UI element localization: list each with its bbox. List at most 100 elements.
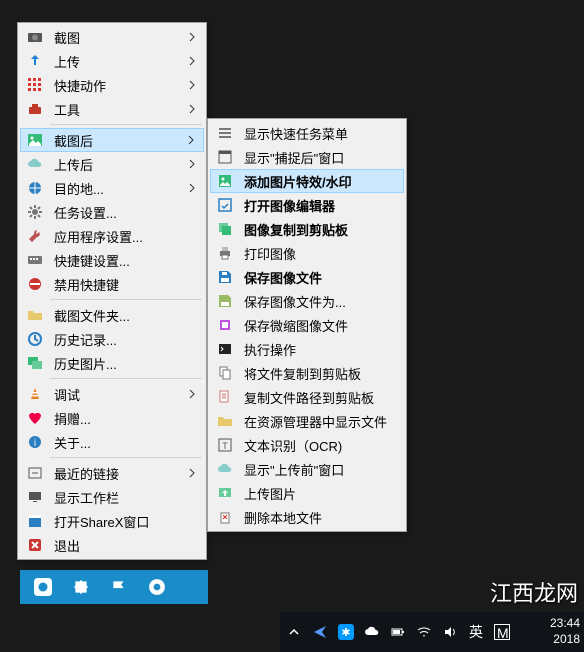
submenu-label: 保存图像文件 xyxy=(236,268,404,287)
menu-item-history[interactable]: 历史记录... xyxy=(20,327,204,351)
menu-label: 上传后 xyxy=(46,155,186,174)
upload-image-icon xyxy=(214,483,236,503)
submenu-item-open-editor[interactable]: 打开图像编辑器 xyxy=(210,193,404,217)
puzzle-tray-icon[interactable] xyxy=(72,578,90,596)
thumbnail-icon xyxy=(214,315,236,335)
upload-icon xyxy=(24,51,46,71)
chevron-right-icon xyxy=(185,134,197,146)
effects-icon xyxy=(214,171,236,191)
menu-label: 应用程序设置... xyxy=(46,227,204,246)
menu-item-recent-links[interactable]: 最近的链接 xyxy=(20,461,204,485)
menu-item-tools[interactable]: 工具 xyxy=(20,97,204,121)
submenu-label: 执行操作 xyxy=(236,340,404,359)
submenu-item-ocr[interactable]: T 文本识别（OCR) xyxy=(210,433,404,457)
tray-strip xyxy=(20,570,208,604)
menu-item-upload[interactable]: 上传 xyxy=(20,49,204,73)
menu-separator xyxy=(50,124,202,125)
menu-item-task-settings[interactable]: 任务设置... xyxy=(20,200,204,224)
monitor-icon xyxy=(24,487,46,507)
gear-icon xyxy=(24,202,46,222)
submenu-item-before-upload-window[interactable]: 显示"上传前"窗口 xyxy=(210,457,404,481)
menu-item-app-settings[interactable]: 应用程序设置... xyxy=(20,224,204,248)
send-icon[interactable] xyxy=(312,624,328,640)
menu-item-screenshots-folder[interactable]: 截图文件夹... xyxy=(20,303,204,327)
menu-item-after-upload[interactable]: 上传后 xyxy=(20,152,204,176)
submenu-item-print[interactable]: 打印图像 xyxy=(210,241,404,265)
menu-item-capture[interactable]: 截图 xyxy=(20,25,204,49)
menu-label: 快捷键设置... xyxy=(46,251,204,270)
editor-icon xyxy=(214,195,236,215)
submenu-item-delete-local[interactable]: 删除本地文件 xyxy=(210,505,404,529)
keyboard-icon xyxy=(24,250,46,270)
wifi-icon[interactable] xyxy=(416,624,432,640)
ime-indicator[interactable]: 英 xyxy=(468,624,484,640)
submenu-label: 将文件复制到剪贴板 xyxy=(236,364,404,383)
menu-separator xyxy=(50,299,202,300)
menu-item-exit[interactable]: 退出 xyxy=(20,533,204,557)
submenu-item-show-quick-tasks[interactable]: 显示快速任务菜单 xyxy=(210,121,404,145)
ime-mode-indicator[interactable]: M xyxy=(494,624,510,640)
menu-item-hotkey-settings[interactable]: 快捷键设置... xyxy=(20,248,204,272)
menu-label: 打开ShareX窗口 xyxy=(46,512,204,531)
link-icon xyxy=(24,463,46,483)
volume-icon[interactable] xyxy=(442,624,458,640)
menu-label: 关于... xyxy=(46,433,204,452)
chevron-up-icon[interactable] xyxy=(286,624,302,640)
menu-label: 历史图片... xyxy=(46,354,204,373)
submenu-label: 保存图像文件为... xyxy=(236,292,404,311)
sharex-tray-icon[interactable] xyxy=(34,578,52,596)
submenu-item-run-actions[interactable]: 执行操作 xyxy=(210,337,404,361)
chrome-tray-icon[interactable] xyxy=(148,578,166,596)
battery-icon[interactable] xyxy=(390,624,406,640)
submenu-item-add-effects-watermark[interactable]: 添加图片特效/水印 xyxy=(210,169,404,193)
taskbar-tray: ✱ 英 M xyxy=(286,624,510,640)
submenu-item-copy-file[interactable]: 将文件复制到剪贴板 xyxy=(210,361,404,385)
flag-tray-icon[interactable] xyxy=(110,578,128,596)
menu-item-image-history[interactable]: 历史图片... xyxy=(20,351,204,375)
submenu-label: 打开图像编辑器 xyxy=(236,196,404,215)
onedrive-icon[interactable] xyxy=(364,624,380,640)
menu-item-show-toolbar[interactable]: 显示工作栏 xyxy=(20,485,204,509)
menu-item-disable-hotkeys[interactable]: 禁用快捷键 xyxy=(20,272,204,296)
info-icon: i xyxy=(24,432,46,452)
delete-icon xyxy=(214,507,236,527)
menu-label: 快捷动作 xyxy=(46,76,186,95)
submenu-item-show-after-capture-window[interactable]: 显示"捕捉后"窗口 xyxy=(210,145,404,169)
menu-item-debug[interactable]: 调试 xyxy=(20,382,204,406)
menu-item-quick-actions[interactable]: 快捷动作 xyxy=(20,73,204,97)
menu-label: 任务设置... xyxy=(46,203,204,222)
cloud-window-icon xyxy=(214,459,236,479)
submenu-item-copy-image[interactable]: 图像复制到剪贴板 xyxy=(210,217,404,241)
svg-text:✱: ✱ xyxy=(341,627,350,639)
submenu-label: 打印图像 xyxy=(236,244,404,263)
submenu-item-save-thumbnail[interactable]: 保存微缩图像文件 xyxy=(210,313,404,337)
submenu-item-save-as[interactable]: 保存图像文件为... xyxy=(210,289,404,313)
svg-text:i: i xyxy=(34,438,36,449)
submenu-item-show-in-explorer[interactable]: 在资源管理器中显示文件 xyxy=(210,409,404,433)
menu-item-open-sharex[interactable]: 打开ShareX窗口 xyxy=(20,509,204,533)
submenu-item-upload-image[interactable]: 上传图片 xyxy=(210,481,404,505)
submenu-item-save[interactable]: 保存图像文件 xyxy=(210,265,404,289)
menu-label: 显示工作栏 xyxy=(46,488,204,507)
star-icon[interactable]: ✱ xyxy=(338,624,354,640)
watermark-text: 江西龙网 xyxy=(490,576,578,608)
save-icon xyxy=(214,267,236,287)
no-entry-icon xyxy=(24,274,46,294)
copy-file-icon xyxy=(214,363,236,383)
menu-item-about[interactable]: i 关于... xyxy=(20,430,204,454)
menu-item-destinations[interactable]: 目的地... xyxy=(20,176,204,200)
menu-label: 禁用快捷键 xyxy=(46,275,204,294)
submenu-item-copy-path[interactable]: 复制文件路径到剪贴板 xyxy=(210,385,404,409)
path-icon xyxy=(214,387,236,407)
main-context-menu: 截图 上传 快捷动作 工具 截图后 上传后 目的地... 任务设置... 应用 xyxy=(17,22,207,560)
image-history-icon xyxy=(24,353,46,373)
explorer-icon xyxy=(214,411,236,431)
menu-item-donate[interactable]: 捐赠... xyxy=(20,406,204,430)
image-icon xyxy=(24,130,46,150)
wrench-icon xyxy=(24,226,46,246)
taskbar-clock[interactable]: 23:44 2018 xyxy=(550,616,584,647)
submenu-label: 在资源管理器中显示文件 xyxy=(236,412,404,431)
menu-label: 截图 xyxy=(46,28,186,47)
svg-text:T: T xyxy=(222,441,228,451)
menu-item-after-capture[interactable]: 截图后 xyxy=(20,128,204,152)
